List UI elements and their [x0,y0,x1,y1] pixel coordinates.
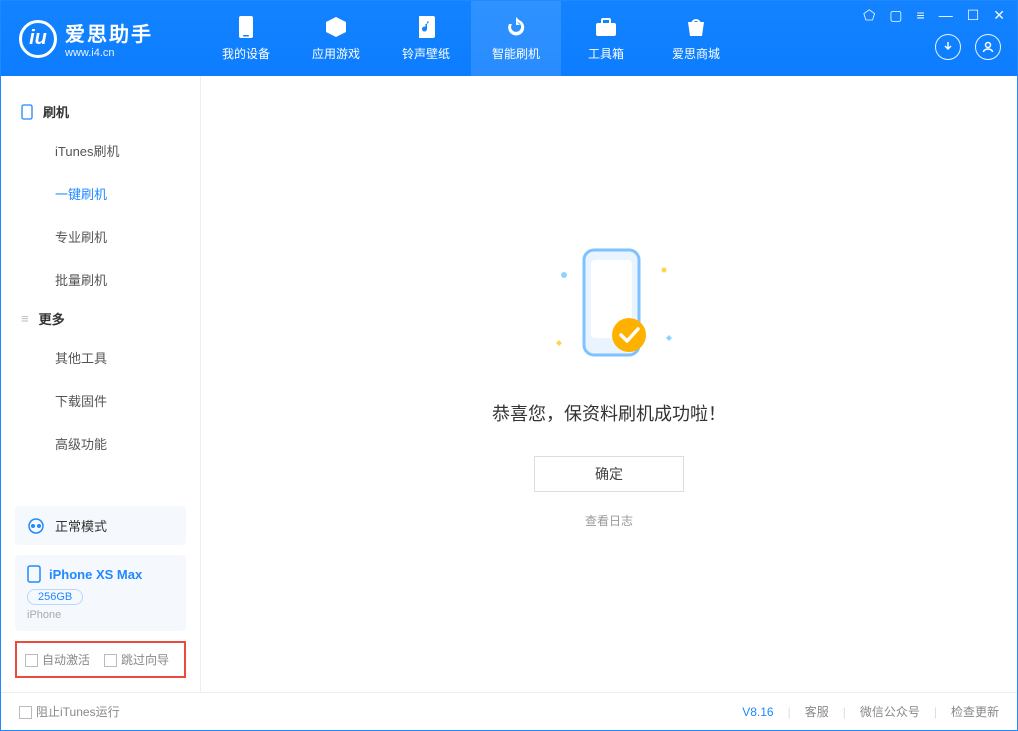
success-message: 恭喜您，保资料刷机成功啦！ [492,400,726,426]
sidebar-section-more: ≡ 更多 [1,301,200,336]
device-type: iPhone [27,609,174,621]
sidebar-item-batch-flash[interactable]: 批量刷机 [1,258,200,301]
body: 刷机 iTunes刷机 一键刷机 专业刷机 批量刷机 ≡ 更多 其他工具 下载固… [1,76,1017,692]
nav-store[interactable]: 爱思商城 [651,1,741,76]
nav-tools[interactable]: 工具箱 [561,1,651,76]
download-button[interactable] [935,34,961,60]
device-info[interactable]: iPhone XS Max 256GB iPhone [15,555,186,631]
device-mode[interactable]: 正常模式 [15,506,186,545]
phone-icon [21,104,33,120]
ringtone-icon [414,15,438,39]
device-name: iPhone XS Max [49,567,142,582]
sidebar-section-flash: 刷机 [1,94,200,129]
sidebar-item-oneclick-flash[interactable]: 一键刷机 [1,172,200,215]
checkbox-skip-wizard[interactable]: 跳过向导 [104,651,169,668]
user-button[interactable] [975,34,1001,60]
statusbar: 阻止iTunes运行 V8.16 | 客服 | 微信公众号 | 检查更新 [1,692,1017,730]
sidebar-item-pro-flash[interactable]: 专业刷机 [1,215,200,258]
toolbox-icon [594,15,618,39]
checkbox-auto-activate[interactable]: 自动激活 [25,651,90,668]
success-illustration [529,240,689,380]
checkbox-block-itunes[interactable]: 阻止iTunes运行 [19,703,120,720]
device-icon [27,565,41,583]
top-nav: 我的设备 应用游戏 铃声壁纸 智能刷机 工具箱 爱思商城 [201,1,741,76]
menu-icon[interactable]: ≡ [917,7,925,24]
check-update-link[interactable]: 检查更新 [951,703,999,720]
store-icon [684,15,708,39]
nav-flash[interactable]: 智能刷机 [471,1,561,76]
sidebar-item-itunes-flash[interactable]: iTunes刷机 [1,129,200,172]
flash-options-highlighted: 自动激活 跳过向导 [15,641,186,678]
nav-ringtones[interactable]: 铃声壁纸 [381,1,471,76]
app-name: 爱思助手 [65,18,153,47]
flash-icon [504,15,528,39]
device-capacity: 256GB [27,589,83,605]
app-url: www.i4.cn [65,47,153,59]
main-content: 恭喜您，保资料刷机成功啦！ 确定 查看日志 [201,76,1017,692]
device-icon [234,15,258,39]
more-icon: ≡ [21,311,29,326]
nav-apps[interactable]: 应用游戏 [291,1,381,76]
maximize-button[interactable]: ☐ [967,7,980,24]
logo-icon: iu [19,20,57,58]
support-link[interactable]: 客服 [805,703,829,720]
apps-icon [324,15,348,39]
titlebar: iu 爱思助手 www.i4.cn 我的设备 应用游戏 铃声壁纸 智能刷机 工具… [1,1,1017,76]
version-label: V8.16 [742,705,773,719]
mode-icon [27,517,45,535]
feedback-icon[interactable]: ▢ [889,7,902,24]
tshirt-icon[interactable]: ⬠ [863,7,875,24]
window-controls: ⬠ ▢ ≡ ― ☐ ✕ [863,7,1005,24]
sidebar: 刷机 iTunes刷机 一键刷机 专业刷机 批量刷机 ≡ 更多 其他工具 下载固… [1,76,201,692]
close-button[interactable]: ✕ [993,7,1005,24]
view-log-link[interactable]: 查看日志 [585,512,633,529]
minimize-button[interactable]: ― [939,7,953,24]
sidebar-item-advanced[interactable]: 高级功能 [1,422,200,465]
wechat-link[interactable]: 微信公众号 [860,703,920,720]
sidebar-item-download-fw[interactable]: 下载固件 [1,379,200,422]
ok-button[interactable]: 确定 [534,456,684,492]
titlebar-right: ⬠ ▢ ≡ ― ☐ ✕ [863,1,1017,76]
sidebar-item-other-tools[interactable]: 其他工具 [1,336,200,379]
app-logo: iu 爱思助手 www.i4.cn [1,1,201,76]
nav-my-device[interactable]: 我的设备 [201,1,291,76]
